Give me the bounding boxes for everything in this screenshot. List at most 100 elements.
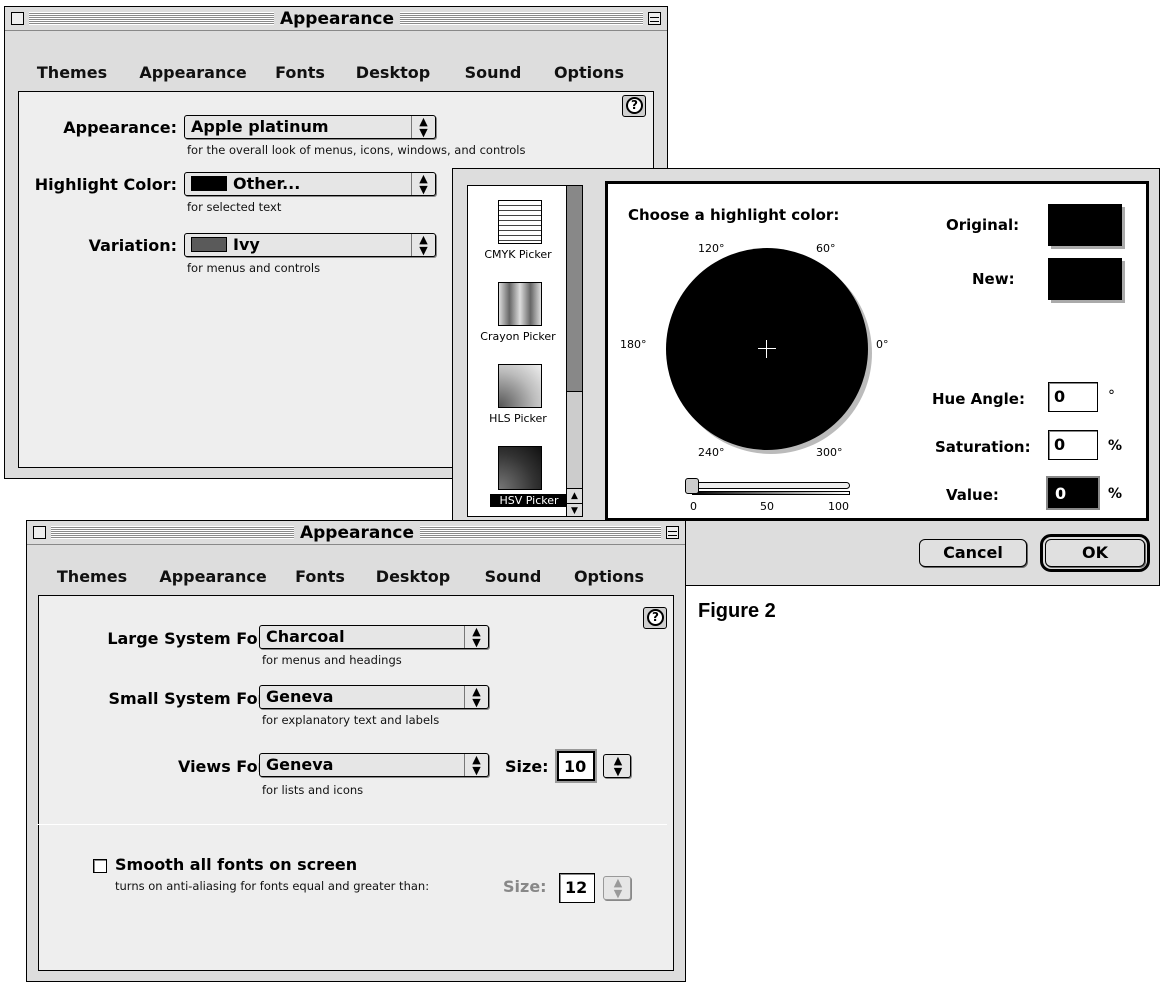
tab-sound[interactable]: Sound	[465, 561, 561, 595]
tab-fonts[interactable]: Fonts	[259, 57, 341, 91]
ok-button[interactable]: OK	[1040, 534, 1150, 572]
small-system-font-popup[interactable]: Geneva ▲ ▼	[259, 685, 489, 709]
cmyk-picker-label[interactable]: CMYK Picker	[468, 248, 568, 261]
large-system-font-value: Charcoal	[266, 627, 345, 646]
title-bar[interactable]: Appearance	[5, 7, 667, 31]
slider-thumb[interactable]	[685, 478, 699, 494]
crayon-picker-label[interactable]: Crayon Picker	[468, 330, 568, 343]
slider-track	[692, 482, 850, 489]
help-button[interactable]: ?	[643, 607, 667, 629]
smooth-size-label: Size:	[503, 877, 547, 896]
window-title: Appearance	[273, 8, 401, 30]
variation-popup[interactable]: Ivy ▲ ▼	[184, 233, 436, 257]
hls-picker-icon[interactable]	[498, 364, 542, 408]
value-slider[interactable]	[684, 478, 854, 496]
saturation-unit: %	[1108, 438, 1123, 454]
value-field[interactable]: 0	[1048, 478, 1098, 508]
hsv-picker-label-selected[interactable]: HSV Picker	[490, 494, 568, 507]
tab-desktop[interactable]: Desktop	[357, 561, 469, 595]
popup-arrows-icon: ▲ ▼	[411, 234, 435, 256]
help-button[interactable]: ?	[622, 95, 646, 117]
prompt: Choose a highlight color:	[628, 206, 840, 224]
appearance-popup[interactable]: Apple platinum ▲ ▼	[184, 115, 436, 139]
large-system-font-popup[interactable]: Charcoal ▲ ▼	[259, 625, 489, 649]
close-box[interactable]	[11, 12, 24, 25]
highlight-color-value: Other...	[233, 174, 301, 193]
new-color-swatch	[1048, 258, 1122, 300]
smooth-fonts-checkbox[interactable]	[93, 859, 107, 873]
original-color-swatch	[1048, 204, 1122, 246]
original-label: Original:	[946, 216, 1020, 234]
hls-picker-label[interactable]: HLS Picker	[468, 412, 568, 425]
tab-options[interactable]: Options	[537, 57, 641, 91]
smooth-size-stepper[interactable]: ▲ ▼	[603, 876, 631, 900]
smooth-fonts-label[interactable]: Smooth all fonts on screen	[115, 855, 357, 874]
popup-arrows-icon: ▲ ▼	[464, 626, 488, 648]
popup-arrows-icon: ▲ ▼	[464, 754, 488, 776]
zoom-box[interactable]	[666, 526, 679, 539]
views-font-note: for lists and icons	[262, 783, 364, 797]
hsv-picker-icon[interactable]	[498, 446, 542, 490]
views-size-label: Size:	[505, 757, 549, 776]
deg-300: 300°	[816, 446, 843, 459]
color-wheel[interactable]	[666, 248, 868, 450]
small-system-font-note: for explanatory text and labels	[262, 713, 440, 727]
smooth-size-field[interactable]: 12	[559, 873, 595, 903]
hue-angle-label: Hue Angle:	[932, 390, 1025, 408]
deg-180: 180°	[620, 338, 647, 351]
deg-60: 60°	[816, 242, 836, 255]
title-bar[interactable]: Appearance	[27, 521, 685, 545]
picker-list[interactable]: CMYK Picker Crayon Picker HLS Picker HSV…	[467, 185, 583, 517]
crayon-picker-icon[interactable]	[498, 282, 542, 326]
views-size-stepper[interactable]: ▲ ▼	[603, 754, 631, 778]
appearance-value: Apple platinum	[191, 117, 329, 136]
new-label: New:	[972, 270, 1015, 288]
scroll-up-arrow-icon[interactable]: ▲	[567, 488, 582, 503]
scroll-thumb[interactable]	[567, 186, 582, 392]
picker-main-area: Choose a highlight color: 120° 60° 180° …	[605, 181, 1149, 521]
tab-themes[interactable]: Themes	[17, 57, 127, 91]
small-system-font-label: Small System Font:	[108, 689, 283, 708]
highlight-color-popup[interactable]: Other... ▲ ▼	[184, 172, 436, 196]
slider-mid-label: 50	[760, 500, 774, 513]
views-font-popup[interactable]: Geneva ▲ ▼	[259, 753, 489, 777]
highlight-color-label: Highlight Color:	[34, 175, 177, 194]
views-font-value: Geneva	[266, 755, 334, 774]
large-system-font-label: Large System Font:	[107, 629, 283, 648]
help-icon: ?	[626, 97, 643, 114]
picker-list-scrollbar[interactable]: ▲ ▼	[566, 186, 582, 516]
close-box[interactable]	[33, 526, 46, 539]
highlight-color-note: for selected text	[187, 200, 282, 214]
hue-unit: °	[1108, 388, 1115, 404]
saturation-field[interactable]: 0	[1048, 430, 1098, 460]
smooth-fonts-note: turns on anti-aliasing for fonts equal a…	[115, 879, 430, 893]
value-unit: %	[1108, 486, 1123, 502]
small-system-font-value: Geneva	[266, 687, 334, 706]
crosshair-icon	[758, 340, 776, 358]
deg-120: 120°	[698, 242, 725, 255]
tab-themes[interactable]: Themes	[37, 561, 147, 595]
appearance-label: Appearance:	[63, 118, 177, 137]
help-icon: ?	[647, 609, 664, 626]
scroll-down-arrow-icon[interactable]: ▼	[567, 503, 582, 516]
figure-caption: Figure 2	[698, 600, 776, 622]
appearance-note: for the overall look of menus, icons, wi…	[187, 143, 526, 157]
large-system-font-note: for menus and headings	[262, 653, 402, 667]
hue-angle-field[interactable]: 0	[1048, 382, 1098, 412]
tab-appearance[interactable]: Appearance	[143, 561, 283, 595]
tab-desktop[interactable]: Desktop	[337, 57, 449, 91]
appearance-window-2: Appearance Themes Appearance Fonts Deskt…	[26, 520, 686, 982]
highlight-swatch	[191, 176, 227, 191]
tab-appearance[interactable]: Appearance	[123, 57, 263, 91]
tab-sound[interactable]: Sound	[445, 57, 541, 91]
views-size-field[interactable]: 10	[557, 751, 595, 781]
cancel-button[interactable]: Cancel	[919, 539, 1027, 567]
stepper-arrows-icon: ▲ ▼	[613, 876, 623, 900]
variation-swatch	[191, 237, 227, 252]
tab-options[interactable]: Options	[557, 561, 661, 595]
tab-fonts[interactable]: Fonts	[279, 561, 361, 595]
stepper-arrows-icon: ▲ ▼	[613, 754, 623, 778]
zoom-box[interactable]	[648, 12, 661, 25]
cmyk-picker-icon[interactable]	[498, 200, 542, 244]
deg-0: 0°	[876, 338, 889, 351]
